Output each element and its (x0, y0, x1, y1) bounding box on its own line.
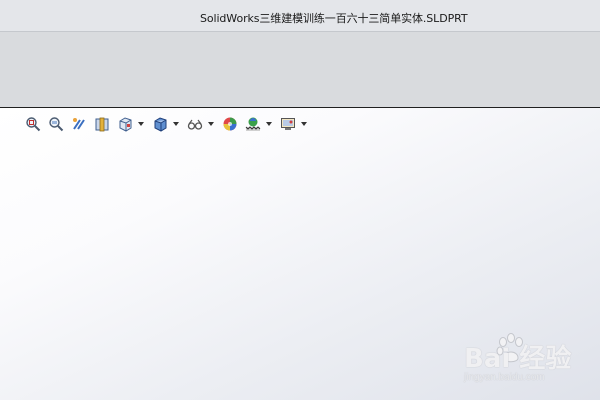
previous-view-icon[interactable] (70, 115, 88, 133)
baidu-jingyan-watermark: Bai 经验 jingyan.baidu.com (448, 330, 578, 390)
section-view-icon[interactable] (93, 115, 111, 133)
apply-scene-dropdown-icon[interactable] (265, 115, 273, 133)
display-style-dropdown-icon[interactable] (172, 115, 180, 133)
view-orientation-icon[interactable] (116, 115, 134, 133)
window-title: SolidWorks三维建模训练一百六十三简单实体.SLDPRT (200, 12, 468, 25)
view-settings-icon[interactable] (279, 115, 297, 133)
watermark-url: jingyan.baidu.com (464, 372, 545, 383)
hide-show-items-dropdown-icon[interactable] (207, 115, 215, 133)
edit-appearance-icon[interactable] (221, 115, 239, 133)
hide-show-items-icon[interactable] (186, 115, 204, 133)
zoom-to-area-icon[interactable] (47, 115, 65, 133)
heads-up-view-toolbar (24, 114, 314, 134)
command-manager-area (0, 32, 600, 108)
view-orientation-dropdown-icon[interactable] (137, 115, 145, 133)
watermark-brand: Bai 经验 (464, 344, 572, 374)
window-titlebar: SolidWorks三维建模训练一百六十三简单实体.SLDPRT (0, 0, 600, 32)
view-settings-dropdown-icon[interactable] (300, 115, 308, 133)
zoom-to-fit-icon[interactable] (24, 115, 42, 133)
apply-scene-icon[interactable] (244, 115, 262, 133)
display-style-icon[interactable] (151, 115, 169, 133)
